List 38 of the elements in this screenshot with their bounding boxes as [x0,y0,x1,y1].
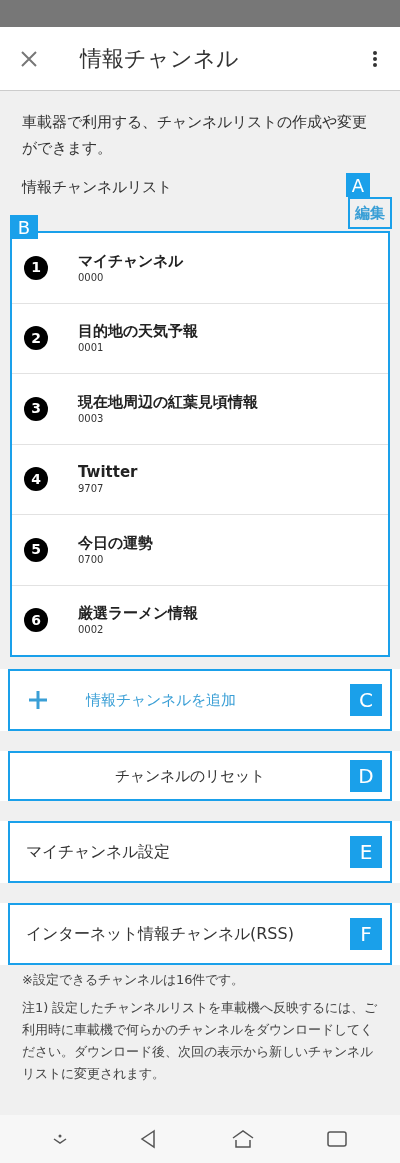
callout-label: B [10,215,38,239]
channel-name[interactable]: 厳選ラーメン情報 [78,603,198,624]
channel-name[interactable]: マイチャンネル [78,250,183,271]
home-icon[interactable] [231,1129,254,1149]
channel-name[interactable]: 目的地の天気予報 [78,321,198,342]
channel-name[interactable]: 今日の運勢 [78,532,153,553]
number-badge: 6 [24,608,48,633]
note-text: 注1) 設定したチャンネルリストを車載機へ反映するには、ご利用時に車載機で何らかのチャンネルをダウンロードしてください。ダウンロード後、次回の表示から新しいチャンネルリストに変更されます。 [22,999,378,1083]
channel-code: 0002 [78,623,105,638]
chevron-down-icon[interactable] [52,1134,67,1144]
channel-code: 9707 [78,482,105,497]
number-badge: 2 [24,326,48,351]
callout-label: C [350,684,382,716]
screen-title: 情報チャンネル [80,45,239,73]
callout-label: D [350,760,382,792]
number-badge: 3 [24,396,48,421]
more-icon[interactable] [372,49,378,68]
number-badge: 4 [24,467,48,492]
callout-label: A [346,173,370,197]
close-icon[interactable] [20,49,38,68]
channel-name[interactable]: 現在地周辺の紅葉見頃情報 [78,391,258,412]
reset-button[interactable]: チャンネルのリセット D [8,751,392,801]
channel-code: 0003 [78,411,105,426]
channel-code: 0700 [78,552,105,567]
channel-name[interactable]: Twitter [78,462,138,483]
callout-label: F [350,918,382,950]
number-badge: 1 [24,255,48,280]
plus-icon [28,690,48,710]
list-label: 情報チャンネルリスト [22,178,172,198]
channel-code: 0001 [78,341,105,356]
note-text: ※設定できるチャンネルは16件です。 [22,971,246,989]
number-badge: 5 [24,537,48,562]
channel-code: 0000 [78,270,105,285]
menu-item[interactable]: インターネット情報チャンネル(RSS) F [8,903,392,965]
menu-item[interactable]: マイチャンネル設定 E [8,821,392,883]
recent-apps-icon[interactable] [327,1131,348,1147]
description-text: 車載器で利用する、チャンネルリストの作成や変更ができます。 [21,113,368,158]
callout-label: E [350,836,382,868]
